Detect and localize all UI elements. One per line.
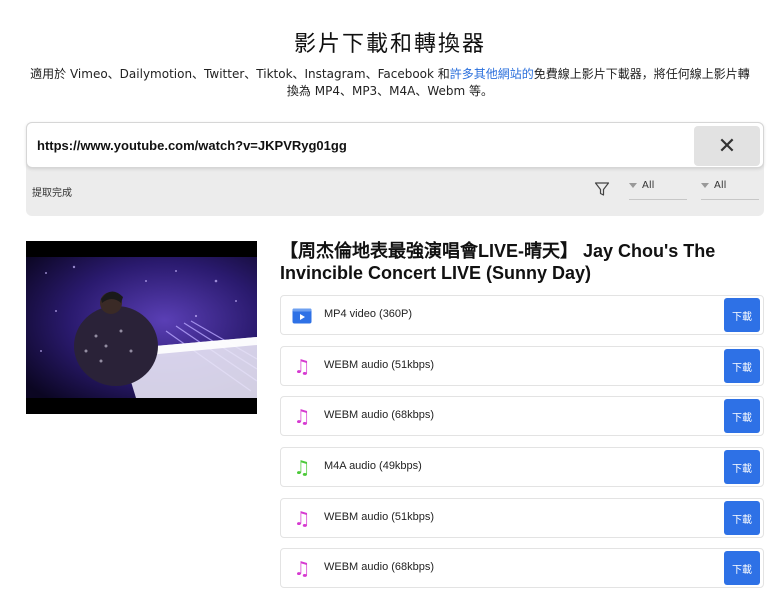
page-subtitle: 適用於 Vimeo、Dailymotion、Twitter、Tiktok、Ins…: [28, 66, 752, 100]
funnel-icon[interactable]: [594, 181, 610, 197]
format-row: ♫ WEBM audio (51kbps) 下載: [280, 498, 764, 538]
close-icon: ✕: [717, 133, 737, 159]
format-filter-value: All: [642, 180, 655, 191]
clear-button[interactable]: ✕: [694, 126, 760, 166]
format-row: ♫ WEBM audio (68kbps) 下載: [280, 396, 764, 436]
download-button[interactable]: 下載: [724, 399, 760, 433]
video-thumbnail[interactable]: [26, 241, 257, 414]
format-row: ♫ WEBM audio (51kbps) 下載: [280, 346, 764, 386]
caret-down-icon: [629, 182, 637, 188]
subtitle-text: 適用於 Vimeo、Dailymotion、Twitter、Tiktok、Ins…: [30, 67, 450, 81]
music-note-icon: ♫: [293, 356, 311, 378]
url-input[interactable]: [37, 123, 687, 167]
format-label: WEBM audio (68kbps): [324, 561, 435, 573]
download-button[interactable]: 下載: [724, 298, 760, 332]
format-label: WEBM audio (68kbps): [324, 409, 435, 421]
format-row: ♫ M4A audio (49kbps) 下載: [280, 447, 764, 487]
search-panel: ✕ 提取完成 All All: [26, 122, 764, 216]
format-row: ♫ WEBM audio (68kbps) 下載: [280, 548, 764, 588]
download-button[interactable]: 下載: [724, 501, 760, 535]
music-note-icon: ♫: [293, 457, 311, 479]
other-sites-link[interactable]: 許多其他網站的: [450, 67, 534, 81]
caret-down-icon: [701, 182, 709, 188]
format-label: WEBM audio (51kbps): [324, 359, 435, 371]
music-note-icon: ♫: [293, 508, 311, 530]
music-note-icon: ♫: [293, 406, 311, 428]
format-label: WEBM audio (51kbps): [324, 511, 435, 523]
download-button[interactable]: 下載: [724, 551, 760, 585]
page-title: 影片下載和轉換器: [293, 32, 486, 57]
video-icon: [291, 305, 313, 327]
music-note-icon: ♫: [293, 558, 311, 580]
download-button[interactable]: 下載: [724, 450, 760, 484]
format-filter-select[interactable]: All: [629, 180, 687, 200]
quality-filter-value: All: [714, 180, 727, 191]
video-title: 【周杰倫地表最強演唱會LIVE-晴天】 Jay Chou's The Invin…: [280, 241, 716, 283]
status-text: 提取完成: [32, 188, 72, 199]
format-label: M4A audio (49kbps): [324, 460, 422, 472]
quality-filter-select[interactable]: All: [701, 180, 759, 200]
format-label: MP4 video (360P): [324, 308, 413, 320]
url-bar: ✕: [26, 122, 764, 168]
format-row: MP4 video (360P) 下載: [280, 295, 764, 335]
download-button[interactable]: 下載: [724, 349, 760, 383]
concert-image: [26, 241, 257, 414]
